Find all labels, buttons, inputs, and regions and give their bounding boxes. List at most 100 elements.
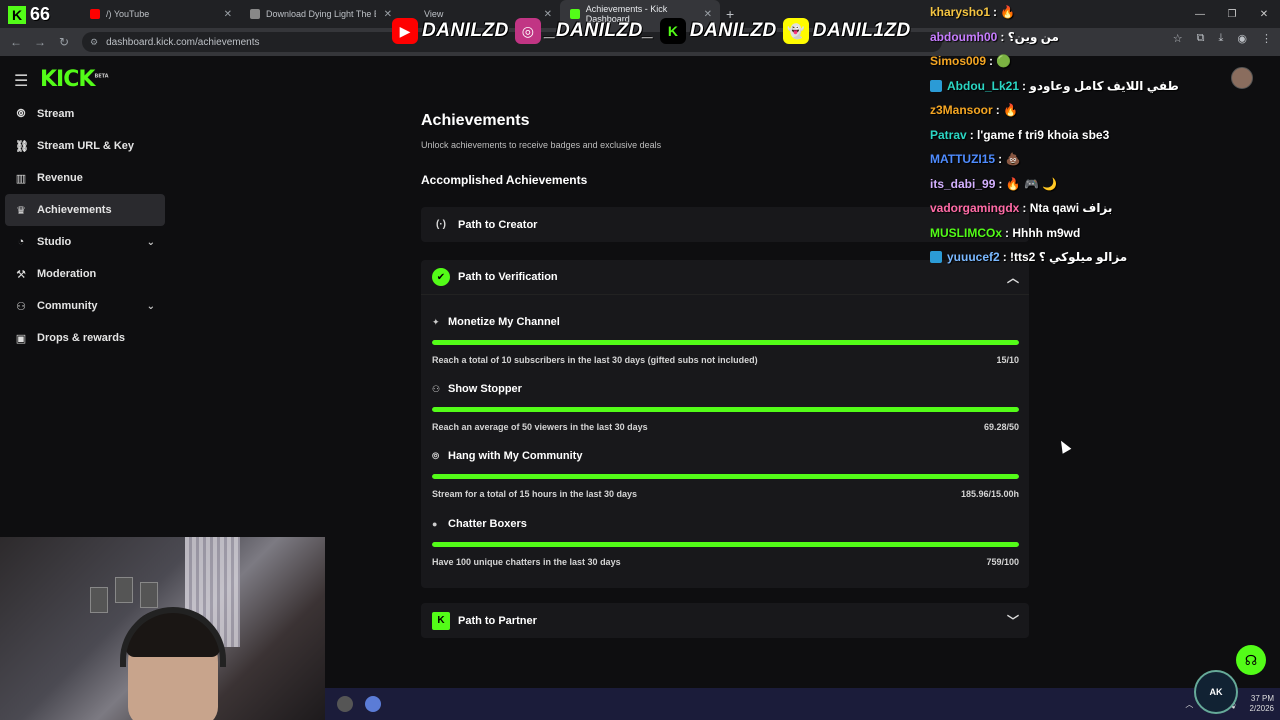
progress-bar (432, 340, 1019, 345)
path-partner-header[interactable]: K Path to Partner ﹀ (421, 603, 1029, 638)
chat-message: abdoumh00: من وين؟ (930, 25, 1190, 50)
chat-text: : 🔥 🎮 🌙 (998, 176, 1058, 191)
chat-username: Patrav (930, 127, 967, 142)
chat-username: abdoumh00 (930, 29, 998, 44)
progress-bar (432, 474, 1019, 479)
hammer-icon: ⚒ (16, 268, 26, 281)
chat-text: : 🔥 (995, 103, 1018, 118)
restore-icon[interactable]: ❐ (1216, 0, 1248, 28)
achievement-desc: Stream for a total of 15 hours in the la… (432, 489, 638, 499)
extensions-icon[interactable]: ⧉ (1197, 32, 1205, 45)
chat-text: : l'game f tri9 khoia sbe3 (969, 127, 1110, 142)
tab-youtube[interactable]: /) YouTube ✕ (80, 0, 240, 28)
sidebar-item-label: Achievements (37, 204, 112, 216)
achievement-desc-row: Have 100 unique chatters in the last 30 … (432, 557, 1019, 567)
app-icon[interactable] (365, 696, 381, 712)
tab-label: /) YouTube (106, 9, 150, 19)
sidebar-item-community[interactable]: ⚇ Community ⌄ (5, 290, 165, 322)
chat-overlay: kharysho1: 🔥 abdoumh00: من وين؟ Simos009: … (930, 0, 1190, 270)
chevron-up-icon[interactable]: ︿ (1185, 699, 1193, 710)
achievement-desc: Have 100 unique chatters in the last 30 … (432, 557, 621, 567)
chevron-down-icon: ⌄ (146, 300, 155, 312)
chat-badge-icon (930, 79, 942, 92)
close-tab-icon[interactable]: ✕ (224, 9, 232, 20)
chat-icon: ● (432, 519, 438, 529)
avatar[interactable] (1231, 67, 1253, 89)
achievement-progress: 69.28/50 (983, 422, 1019, 432)
path-verification-card: ✔ Path to Verification ︿ ✦ Monetize My C… (421, 260, 1029, 588)
sidebar-item-label: Drops & rewards (37, 332, 126, 344)
social-snapchat: 👻 DANIL1ZD (782, 18, 911, 44)
chat-text: : Hhhh m9wd (1005, 225, 1081, 240)
site-info-icon[interactable]: ⚙ (90, 37, 98, 48)
clock[interactable]: 37 PM 2/2026 (1250, 694, 1274, 714)
path-title: Path to Creator (458, 218, 538, 231)
support-chat-icon[interactable]: ☊ (1236, 645, 1266, 675)
more-menu-icon[interactable]: ⋮ (1261, 32, 1272, 45)
sparkle-icon: ✦ (432, 316, 440, 327)
chat-message: yuuucef2: !tts2 مزالو ميلوكي ؟ (930, 245, 1190, 270)
chat-badge-icon (930, 251, 942, 264)
chat-username: yuuucef2 (947, 250, 1000, 265)
progress-fill (432, 474, 1019, 479)
achievement-desc-row: Stream for a total of 15 hours in the la… (432, 489, 1019, 499)
sidebar-item-stream-url-key[interactable]: ⛓ Stream URL & Key (5, 130, 165, 162)
window-controls: — ❐ ✕ (1184, 0, 1280, 28)
kick-logo[interactable]: KICKBETA (40, 67, 109, 92)
back-icon[interactable]: ← (4, 35, 28, 49)
achievement-show-stopper: ⚇ Show Stopper Reach an average of 50 vi… (432, 383, 1019, 432)
social-kick: K DANILZD (659, 18, 777, 44)
chat-message: Simos009: 🟢 (930, 49, 1190, 74)
chat-message: vadorgamingdx: Nta qawi بزاف (930, 196, 1190, 221)
chat-username: Simos009 (930, 54, 987, 69)
profile-icon[interactable]: ◉ (1237, 32, 1247, 45)
youtube-favicon-icon (90, 9, 100, 19)
achievement-desc-row: Reach an average of 50 viewers in the la… (432, 422, 1019, 432)
url-text: dashboard.kick.com/achievements (106, 36, 260, 48)
chevron-down-icon[interactable]: ﹀ (1007, 612, 1019, 629)
kick-icon: K (659, 18, 686, 44)
app-icon[interactable] (337, 696, 353, 712)
sidebar-item-moderation[interactable]: ⚒ Moderation (5, 258, 165, 290)
achievement-monetize: ✦ Monetize My Channel Reach a total of 1… (432, 316, 1019, 365)
close-window-icon[interactable]: ✕ (1248, 0, 1280, 28)
tab-download[interactable]: Download Dying Light The Beast ✕ (240, 0, 400, 28)
forward-icon[interactable]: → (28, 35, 52, 49)
sidebar-item-stream[interactable]: ⦾ Stream (5, 98, 165, 130)
sidebar-item-achievements[interactable]: ♛ Achievements (5, 194, 165, 226)
social-name: _DANILZD_ (544, 20, 654, 41)
broadcast-icon: (·) (436, 219, 446, 230)
chat-username: MATTUZI15 (930, 152, 996, 167)
gift-icon: ▣ (15, 332, 27, 345)
sidebar-item-revenue[interactable]: ▥ Revenue (5, 162, 165, 194)
instagram-icon: ◎ (514, 18, 541, 44)
sidebar-item-label: Moderation (37, 268, 97, 280)
chat-username: vadorgamingdx (930, 201, 1020, 216)
chat-text: : Nta qawi بزاف (1022, 201, 1113, 216)
close-tab-icon[interactable]: ✕ (384, 9, 392, 20)
download-icon[interactable]: ⤓ (1219, 32, 1224, 45)
sidebar-item-drops-rewards[interactable]: ▣ Drops & rewards (5, 322, 165, 354)
social-youtube: ▶ DANILZD (392, 18, 509, 44)
chevron-up-icon[interactable]: ︿ (1007, 269, 1019, 286)
progress-bar (432, 407, 1019, 412)
path-partner-card[interactable]: K Path to Partner ﹀ (421, 603, 1029, 638)
chat-message: MATTUZI15: 💩 (930, 147, 1190, 172)
viewer-count: 66 (30, 4, 51, 24)
achievement-title-text: Hang with My Community (448, 450, 583, 462)
sidebar-nav: ⦾ Stream ⛓ Stream URL & Key ▥ Revenue ♛ … (5, 98, 165, 354)
verified-badge-icon: ✔ (432, 268, 450, 286)
achievement-progress: 15/10 (996, 355, 1019, 365)
trophy-icon: ♛ (16, 204, 26, 217)
studio-icon: ◔ (17, 236, 25, 248)
achievement-title: ⚇ Show Stopper (432, 383, 1019, 395)
hamburger-menu-icon[interactable]: ☰ (14, 71, 28, 91)
reload-icon[interactable]: ↻ (52, 35, 76, 49)
chat-message: its_dabi_99: 🔥 🎮 🌙 (930, 172, 1190, 197)
achievement-desc: Reach an average of 50 viewers in the la… (432, 422, 648, 432)
achievement-title: ✦ Monetize My Channel (432, 316, 1019, 328)
sidebar-item-label: Stream (37, 108, 75, 120)
chat-username: z3Mansoor (930, 103, 993, 118)
wall-poster (115, 577, 133, 603)
sidebar-item-studio[interactable]: ◔ Studio ⌄ (5, 226, 165, 258)
